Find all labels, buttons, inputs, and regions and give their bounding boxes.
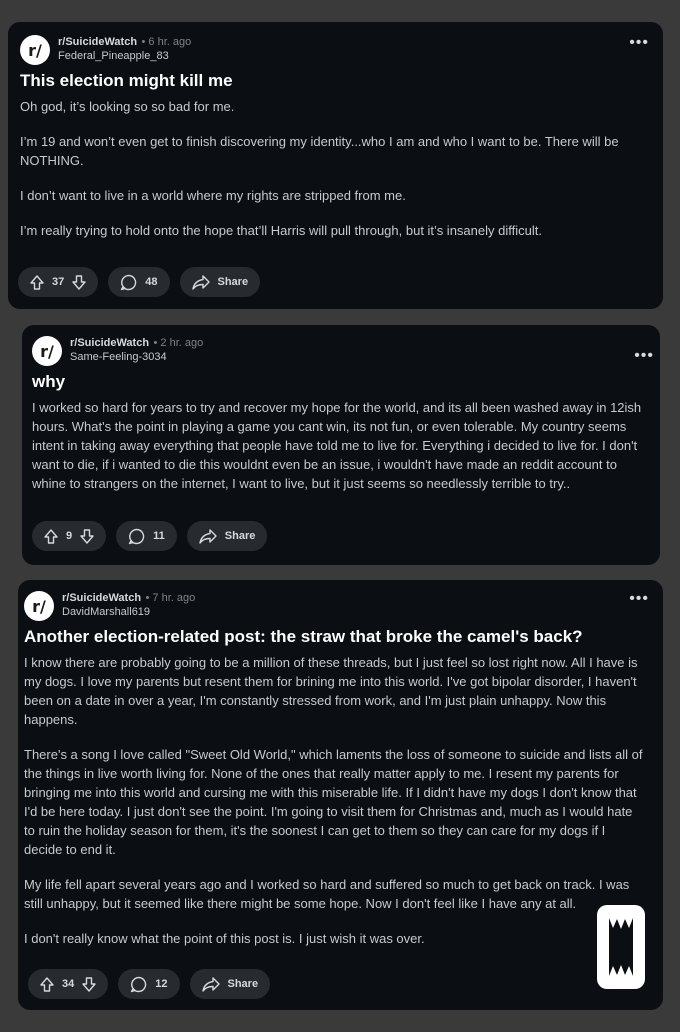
subreddit-name[interactable]: r/SuicideWatch <box>70 337 149 349</box>
comment-icon <box>121 274 137 290</box>
subreddit-avatar[interactable]: r/ <box>24 591 54 621</box>
comment-count: 11 <box>153 530 165 542</box>
post-card[interactable]: r/ r/SuicideWatch • 6 hr. ago Federal_Pi… <box>8 22 663 309</box>
post-paragraph: I’m really trying to hold onto the hope … <box>20 223 542 238</box>
post-title[interactable]: This election might kill me <box>20 71 649 91</box>
post-card[interactable]: r/ r/SuicideWatch • 2 hr. ago Same-Feeli… <box>22 325 660 565</box>
post-meta: r/SuicideWatch • 6 hr. ago Federal_Pinea… <box>58 34 191 63</box>
share-icon <box>191 274 210 290</box>
post-author[interactable]: DavidMarshall619 <box>62 605 195 619</box>
post-author[interactable]: Same-Feeling-3034 <box>70 350 203 364</box>
downvote-icon[interactable] <box>80 528 94 544</box>
vote-control: 37 <box>18 267 99 297</box>
vote-control: 34 <box>28 969 109 999</box>
post-card[interactable]: r/ r/SuicideWatch • 7 hr. ago DavidMarsh… <box>18 580 663 1010</box>
post-paragraph: My life fell apart several years ago and… <box>24 877 630 911</box>
watermark-logo-icon <box>597 905 645 989</box>
downvote-icon[interactable] <box>72 274 86 290</box>
post-actions: 34 12 Share <box>28 969 271 999</box>
post-body: I know there are probably going to be a … <box>24 653 649 948</box>
subreddit-name[interactable]: r/SuicideWatch <box>62 592 141 604</box>
post-time: • 7 hr. ago <box>145 592 196 604</box>
post-header: r/ r/SuicideWatch • 6 hr. ago Federal_Pi… <box>20 34 649 65</box>
post-paragraph: There's a song I love called "Sweet Old … <box>24 747 643 857</box>
vote-count: 37 <box>52 276 65 288</box>
comment-icon <box>131 976 147 992</box>
post-title[interactable]: Another election-related post: the straw… <box>24 627 649 647</box>
post-title[interactable]: why <box>32 372 646 392</box>
subreddit-name[interactable]: r/SuicideWatch <box>58 36 137 48</box>
post-body: Oh god, it’s looking so so bad for me. I… <box>20 97 649 240</box>
share-icon <box>199 528 217 544</box>
share-button[interactable]: Share <box>189 969 271 999</box>
post-paragraph: I don’t want to live in a world where my… <box>20 188 406 203</box>
share-icon <box>201 976 220 992</box>
upvote-icon[interactable] <box>44 528 58 544</box>
comment-icon <box>128 528 145 544</box>
comment-count: 48 <box>145 276 158 288</box>
post-time: • 2 hr. ago <box>153 337 204 349</box>
post-paragraph: Oh god, it’s looking so so bad for me. <box>20 99 235 114</box>
share-label: Share <box>227 978 259 990</box>
post-actions: 37 48 Share <box>18 267 261 297</box>
post-author[interactable]: Federal_Pineapple_83 <box>58 49 191 63</box>
post-paragraph: I’m 19 and won’t even get to finish disc… <box>20 134 619 168</box>
post-paragraph: I worked so hard for years to try and re… <box>32 400 642 491</box>
vote-control: 9 <box>32 521 107 551</box>
vote-count: 9 <box>66 530 73 542</box>
more-options-icon[interactable]: ••• <box>629 591 649 607</box>
more-options-icon[interactable]: ••• <box>629 35 649 51</box>
upvote-icon[interactable] <box>40 976 54 992</box>
post-paragraph: I don't really know what the point of th… <box>24 931 425 946</box>
share-label: Share <box>224 530 256 542</box>
subreddit-avatar[interactable]: r/ <box>20 35 50 65</box>
subreddit-avatar[interactable]: r/ <box>32 336 62 366</box>
comment-count: 12 <box>155 978 168 990</box>
post-meta: r/SuicideWatch • 7 hr. ago DavidMarshall… <box>62 590 195 619</box>
comments-button[interactable]: 12 <box>118 969 180 999</box>
post-meta: r/SuicideWatch • 2 hr. ago Same-Feeling-… <box>70 335 203 364</box>
post-body: I worked so hard for years to try and re… <box>32 398 646 493</box>
downvote-icon[interactable] <box>82 976 96 992</box>
share-label: Share <box>217 276 249 288</box>
comments-button[interactable]: 11 <box>116 521 177 551</box>
share-button[interactable]: Share <box>186 521 268 551</box>
post-actions: 9 11 Share <box>32 521 268 551</box>
post-time: • 6 hr. ago <box>141 36 192 48</box>
share-button[interactable]: Share <box>179 267 261 297</box>
post-header: r/ r/SuicideWatch • 7 hr. ago DavidMarsh… <box>24 590 649 621</box>
comments-button[interactable]: 48 <box>108 267 170 297</box>
post-header: r/ r/SuicideWatch • 2 hr. ago Same-Feeli… <box>32 335 653 366</box>
more-options-icon[interactable]: ••• <box>634 348 654 364</box>
vote-count: 34 <box>62 978 75 990</box>
upvote-icon[interactable] <box>30 274 44 290</box>
post-paragraph: I know there are probably going to be a … <box>24 655 638 727</box>
